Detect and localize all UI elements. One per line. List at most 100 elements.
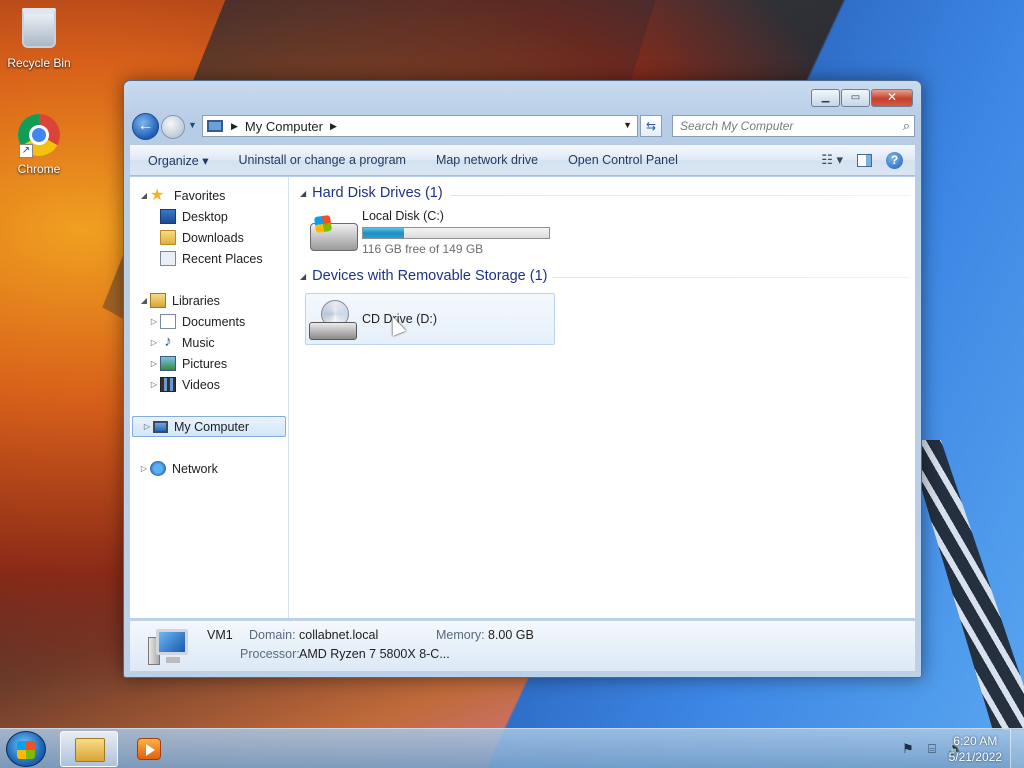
search-icon[interactable]: ⌕ xyxy=(903,118,910,134)
computer-name: VM1 xyxy=(207,628,233,642)
network-icon xyxy=(150,461,166,476)
desktop-icon-chrome[interactable]: ↗ Chrome xyxy=(3,114,75,176)
details-pane: VM1 Domain: collabnet.local Memory: 8.00… xyxy=(130,620,915,671)
disk-usage-bar xyxy=(362,227,550,239)
pictures-icon xyxy=(160,356,176,371)
recycle-bin-icon xyxy=(17,8,61,52)
caption-buttons: ▁ ▭ ✕ xyxy=(811,89,913,107)
group-header-removable-storage[interactable]: ◢ Devices with Removable Storage (1) xyxy=(300,268,547,284)
preview-pane-icon[interactable] xyxy=(857,153,872,167)
domain-value: collabnet.local xyxy=(299,628,379,642)
window-body: ◢ ★ Favorites Desktop Downloads Recent P… xyxy=(130,177,915,618)
cd-drive-icon xyxy=(309,300,357,340)
desktop-wallpaper-bridge xyxy=(920,440,1024,730)
collapse-icon[interactable]: ◢ xyxy=(138,191,150,200)
nav-downloads[interactable]: Downloads xyxy=(130,227,288,248)
windows-logo-icon xyxy=(17,741,35,759)
clock[interactable]: 6:20 AM 5/21/2022 xyxy=(949,733,1002,765)
recent-places-icon xyxy=(160,251,176,266)
maximize-button[interactable]: ▭ xyxy=(841,89,870,107)
navigation-pane: ◢ ★ Favorites Desktop Downloads Recent P… xyxy=(130,177,289,618)
computer-icon xyxy=(153,420,168,433)
drive-local-disk-c[interactable]: Local Disk (C:) 116 GB free of 149 GB xyxy=(306,209,556,259)
nav-my-computer[interactable]: ▷ My Computer xyxy=(132,416,286,437)
help-icon[interactable]: ? xyxy=(886,151,903,169)
hard-disk-icon xyxy=(310,214,358,251)
collapse-icon[interactable]: ◢ xyxy=(138,296,150,305)
desktop-icon-label: Recycle Bin xyxy=(7,56,71,70)
nav-documents[interactable]: ▷ Documents xyxy=(130,311,288,332)
taskbar-media-player-button[interactable] xyxy=(122,731,176,767)
windows-logo-icon xyxy=(313,214,333,234)
nav-libraries[interactable]: ◢ Libraries xyxy=(130,290,288,311)
forward-button[interactable] xyxy=(161,115,185,139)
desktop-icon xyxy=(160,209,176,224)
memory-value: 8.00 GB xyxy=(488,628,534,642)
chevron-right-icon[interactable]: ▶ xyxy=(330,121,337,132)
disk-usage-fill xyxy=(363,228,404,238)
start-button[interactable] xyxy=(6,731,46,767)
processor-value: AMD Ryzen 7 5800X 8-C... xyxy=(299,647,450,661)
address-row: ← ▼ ▶ My Computer ▶ ▼ ⇆ Search My Comput… xyxy=(132,113,915,140)
breadcrumb-my-computer[interactable]: My Computer xyxy=(245,119,323,134)
collapse-icon[interactable]: ◢ xyxy=(300,189,306,198)
taskbar-explorer-button[interactable] xyxy=(60,731,118,767)
expand-icon[interactable]: ▷ xyxy=(141,422,153,431)
map-network-drive-button[interactable]: Map network drive xyxy=(421,153,553,167)
media-player-icon xyxy=(137,738,161,760)
chrome-icon: ↗ xyxy=(17,114,61,158)
drive-cd-d[interactable]: CD Drive (D:) xyxy=(305,293,555,345)
clock-time: 6:20 AM xyxy=(953,734,998,748)
videos-icon xyxy=(160,377,176,392)
expand-icon[interactable]: ▷ xyxy=(148,380,160,389)
drive-name: Local Disk (C:) xyxy=(362,209,444,223)
address-bar[interactable]: ▶ My Computer ▶ ▼ xyxy=(202,115,638,137)
drive-free-space: 116 GB free of 149 GB xyxy=(362,242,484,256)
desktop-icon-recycle-bin[interactable]: Recycle Bin xyxy=(3,6,75,70)
desktop-icon-label: Chrome xyxy=(17,162,61,176)
group-divider xyxy=(450,195,910,196)
star-icon: ★ xyxy=(150,187,165,204)
nav-videos[interactable]: ▷ Videos xyxy=(130,374,288,395)
collapse-icon[interactable]: ◢ xyxy=(300,272,306,281)
recent-pages-dropdown[interactable]: ▼ xyxy=(188,120,197,130)
network-status-icon[interactable]: ⌸ xyxy=(924,741,940,757)
shortcut-arrow-icon: ↗ xyxy=(19,144,33,158)
close-button[interactable]: ✕ xyxy=(871,89,913,107)
change-view-icon[interactable]: ☷ ▾ xyxy=(821,152,843,168)
uninstall-program-button[interactable]: Uninstall or change a program xyxy=(223,153,420,167)
group-header-hard-disk-drives[interactable]: ◢ Hard Disk Drives (1) xyxy=(300,185,443,201)
organize-button[interactable]: Organize ▾ xyxy=(130,153,223,168)
search-placeholder: Search My Computer xyxy=(680,119,794,133)
expand-icon[interactable]: ▷ xyxy=(148,338,160,347)
nav-pictures[interactable]: ▷ Pictures xyxy=(130,353,288,374)
nav-desktop[interactable]: Desktop xyxy=(130,206,288,227)
domain-label: Domain: xyxy=(249,628,296,642)
refresh-button[interactable]: ⇆ xyxy=(640,115,662,137)
libraries-icon xyxy=(150,293,166,308)
computer-icon xyxy=(148,627,192,667)
expand-icon[interactable]: ▷ xyxy=(148,359,160,368)
back-button[interactable]: ← xyxy=(132,113,159,140)
folder-icon xyxy=(75,738,105,762)
show-desktop-button[interactable] xyxy=(1010,729,1024,768)
chevron-right-icon[interactable]: ▶ xyxy=(231,121,238,132)
memory-label: Memory: xyxy=(436,628,485,642)
address-dropdown-icon[interactable]: ▼ xyxy=(623,120,632,130)
open-control-panel-button[interactable]: Open Control Panel xyxy=(553,153,693,167)
music-note-icon: ♪ xyxy=(164,333,172,350)
content-pane: ◢ Hard Disk Drives (1) Local Disk (C:) 1… xyxy=(290,177,915,618)
expand-icon[interactable]: ▷ xyxy=(138,464,150,473)
nav-music[interactable]: ▷ ♪ Music xyxy=(130,332,288,353)
action-center-flag-icon[interactable]: ⚑ xyxy=(900,741,916,757)
explorer-window: ▁ ▭ ✕ ← ▼ ▶ My Computer ▶ ▼ ⇆ Search My … xyxy=(123,80,922,678)
minimize-button[interactable]: ▁ xyxy=(811,89,840,107)
computer-icon xyxy=(207,120,223,132)
documents-icon xyxy=(160,314,176,329)
downloads-folder-icon xyxy=(160,230,176,245)
nav-recent-places[interactable]: Recent Places xyxy=(130,248,288,269)
search-input[interactable]: Search My Computer ⌕ xyxy=(672,115,915,137)
expand-icon[interactable]: ▷ xyxy=(148,317,160,326)
nav-favorites[interactable]: ◢ ★ Favorites xyxy=(130,185,288,206)
nav-network[interactable]: ▷ Network xyxy=(130,458,288,479)
